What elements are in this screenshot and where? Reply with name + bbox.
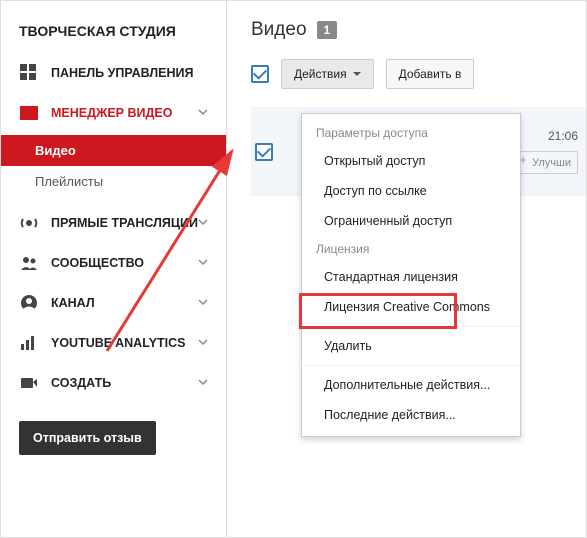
- chevron-down-icon: [198, 296, 208, 310]
- actions-menu: Параметры доступа Открытый доступ Доступ…: [301, 113, 521, 437]
- sidebar-item-analytics[interactable]: YOUTUBE ANALYTICS: [1, 323, 226, 363]
- row-checkbox[interactable]: [255, 143, 273, 161]
- sidebar-item-create[interactable]: СОЗДАТЬ: [1, 363, 226, 403]
- sidebar-item-live[interactable]: ПРЯМЫЕ ТРАНСЛЯЦИИ: [1, 203, 226, 243]
- add-to-button[interactable]: Добавить в: [386, 59, 475, 89]
- sidebar-item-video-manager[interactable]: МЕНЕДЖЕР ВИДЕО: [1, 93, 226, 133]
- menu-divider: [302, 326, 520, 327]
- menu-item-standard-license[interactable]: Стандартная лицензия: [302, 262, 520, 292]
- chevron-down-icon: [198, 106, 208, 120]
- sidebar-title: ТВОРЧЕСКАЯ СТУДИЯ: [1, 1, 226, 53]
- film-icon: [19, 103, 39, 123]
- menu-section-license: Лицензия: [302, 236, 520, 262]
- improve-label: Улучши: [532, 157, 571, 169]
- sidebar-item-label: YOUTUBE ANALYTICS: [51, 336, 186, 350]
- actions-button-label: Действия: [294, 67, 347, 81]
- channel-icon: [19, 293, 39, 313]
- menu-item-unlisted[interactable]: Доступ по ссылке: [302, 176, 520, 206]
- sidebar-item-label: СОЗДАТЬ: [51, 376, 111, 390]
- page-title: Видео 1: [251, 19, 586, 41]
- menu-item-recent[interactable]: Последние действия...: [302, 400, 520, 430]
- sidebar: ТВОРЧЕСКАЯ СТУДИЯ ПАНЕЛЬ УПРАВЛЕНИЯ МЕНЕ…: [1, 1, 227, 537]
- feedback-button[interactable]: Отправить отзыв: [19, 421, 156, 455]
- menu-item-delete[interactable]: Удалить: [302, 331, 520, 361]
- improve-button[interactable]: Улучши: [511, 151, 578, 174]
- sidebar-item-label: ПАНЕЛЬ УПРАВЛЕНИЯ: [51, 66, 193, 80]
- actions-button[interactable]: Действия: [281, 59, 374, 89]
- sidebar-item-dashboard[interactable]: ПАНЕЛЬ УПРАВЛЕНИЯ: [1, 53, 226, 93]
- dropdown-caret-icon: [353, 67, 361, 81]
- row-time: 21:06: [548, 129, 578, 143]
- sidebar-item-label: МЕНЕДЖЕР ВИДЕО: [51, 106, 172, 120]
- menu-item-cc-license[interactable]: Лицензия Creative Commons: [302, 292, 520, 322]
- sidebar-item-community[interactable]: СООБЩЕСТВО: [1, 243, 226, 283]
- chevron-down-icon: [198, 336, 208, 350]
- sidebar-submenu-video-manager: Видео Плейлисты: [1, 135, 226, 197]
- select-all-checkbox[interactable]: [251, 65, 269, 83]
- chevron-down-icon: [198, 216, 208, 230]
- sidebar-item-channel[interactable]: КАНАЛ: [1, 283, 226, 323]
- sidebar-item-label: КАНАЛ: [51, 296, 95, 310]
- community-icon: [19, 253, 39, 273]
- sidebar-sub-videos[interactable]: Видео: [1, 135, 226, 166]
- menu-section-access: Параметры доступа: [302, 120, 520, 146]
- row-meta: 21:06 Улучши: [511, 129, 578, 174]
- create-icon: [19, 373, 39, 393]
- sidebar-sub-playlists[interactable]: Плейлисты: [1, 166, 226, 197]
- menu-divider: [302, 365, 520, 366]
- page-title-text: Видео: [251, 19, 307, 41]
- count-badge: 1: [317, 21, 338, 39]
- sidebar-item-label: СООБЩЕСТВО: [51, 256, 144, 270]
- analytics-icon: [19, 333, 39, 353]
- chevron-down-icon: [198, 376, 208, 390]
- live-icon: [19, 213, 39, 233]
- menu-item-more[interactable]: Дополнительные действия...: [302, 370, 520, 400]
- menu-item-private[interactable]: Ограниченный доступ: [302, 206, 520, 236]
- sidebar-item-label: ПРЯМЫЕ ТРАНСЛЯЦИИ: [51, 216, 198, 230]
- menu-item-public[interactable]: Открытый доступ: [302, 146, 520, 176]
- dashboard-icon: [19, 63, 39, 83]
- chevron-down-icon: [198, 256, 208, 270]
- toolbar: Действия Добавить в: [251, 59, 586, 89]
